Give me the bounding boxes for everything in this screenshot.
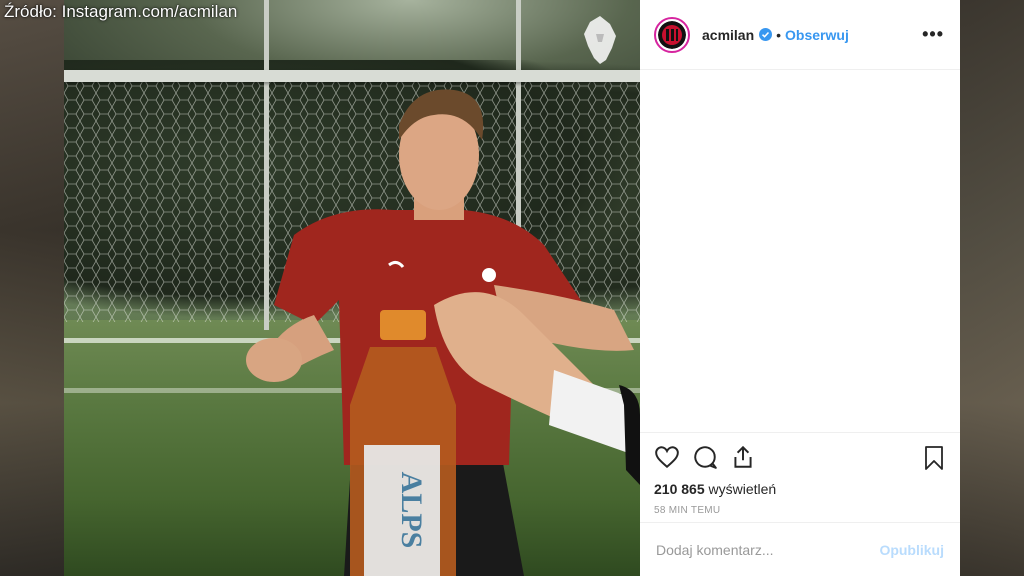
instagram-post-panel: acmilan • Obserwuj ••• 210 865 wyświetle… <box>640 0 960 576</box>
lion-logo-icon <box>584 16 616 64</box>
bookmark-icon[interactable] <box>922 445 946 471</box>
source-caption: Źródło: Instagram.com/acmilan <box>4 2 238 21</box>
bottle-label: ALPS <box>395 472 428 549</box>
screen: Źródło: Instagram.com/acmilan ALPS acmil… <box>0 0 1024 576</box>
comment-bar: Dodaj komentarz... Opublikuj <box>640 522 960 576</box>
comment-input[interactable]: Dodaj komentarz... <box>656 542 774 558</box>
separator-dot: • <box>776 26 782 43</box>
player-figure: ALPS <box>246 89 640 576</box>
views-count[interactable]: 210 865 wyświetleń <box>654 481 946 497</box>
username-link[interactable]: acmilan <box>702 27 754 43</box>
blurred-backdrop-left <box>0 0 64 576</box>
post-timestamp[interactable]: 58 MIN TEMU <box>654 505 946 516</box>
comment-icon[interactable] <box>692 444 718 470</box>
avatar[interactable] <box>654 16 690 53</box>
post-video[interactable]: ALPS <box>64 0 640 576</box>
verified-icon <box>759 28 773 41</box>
milan-crest-icon <box>658 20 686 49</box>
milan-crest-icon <box>482 268 496 282</box>
post-actions: 210 865 wyświetleń 58 MIN TEMU <box>640 432 960 522</box>
follow-button[interactable]: Obserwuj <box>785 27 849 43</box>
views-number: 210 865 <box>654 481 705 497</box>
publish-button[interactable]: Opublikuj <box>879 542 944 558</box>
action-icons-row <box>654 443 946 471</box>
blurred-backdrop-right <box>960 0 1024 576</box>
views-label: wyświetleń <box>708 481 777 497</box>
heart-icon[interactable] <box>654 444 680 470</box>
more-options-button[interactable]: ••• <box>922 24 944 45</box>
goal-crossbar <box>64 70 640 82</box>
post-header: acmilan • Obserwuj ••• <box>640 0 960 70</box>
share-icon[interactable] <box>730 444 756 470</box>
